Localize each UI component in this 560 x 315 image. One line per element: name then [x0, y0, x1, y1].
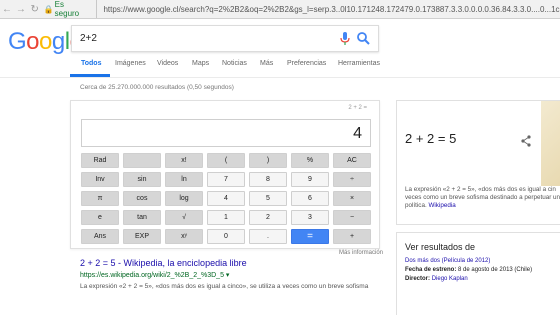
- key-4[interactable]: 4: [207, 191, 245, 206]
- director-value[interactable]: Diego Kaplan: [432, 276, 468, 282]
- premiere-value: 8 de agosto de 2013 (Chile): [458, 267, 533, 273]
- tab-herramientas[interactable]: Herramientas: [338, 60, 380, 67]
- tab-preferencias[interactable]: Preferencias: [287, 60, 326, 67]
- key-sin[interactable]: sin: [123, 172, 161, 187]
- key-7[interactable]: 7: [207, 172, 245, 187]
- secure-label: Es seguro: [55, 0, 98, 18]
- key-multiply[interactable]: ×: [333, 191, 371, 206]
- key-minus[interactable]: −: [333, 210, 371, 225]
- microphone-icon[interactable]: [340, 32, 350, 46]
- calculator-widget: 2 + 2 = 4 Rad x! ( ) % AC Inv sin ln 7 8…: [70, 100, 380, 249]
- search-input[interactable]: 2+2: [80, 33, 97, 44]
- result-snippet: La expresión «2 + 2 = 5», «dos más dos e…: [80, 283, 369, 290]
- key-clear[interactable]: AC: [333, 153, 371, 168]
- key-close-paren[interactable]: ): [249, 153, 287, 168]
- key-6[interactable]: 6: [291, 191, 329, 206]
- tab-videos[interactable]: Videos: [157, 60, 178, 67]
- key-exp[interactable]: EXP: [123, 229, 161, 244]
- logo-letter: o: [39, 28, 52, 55]
- key-8[interactable]: 8: [249, 172, 287, 187]
- calculator-result: 4: [353, 125, 362, 142]
- key-cos[interactable]: cos: [123, 191, 161, 206]
- tab-noticias[interactable]: Noticias: [222, 60, 247, 67]
- key-ans[interactable]: Ans: [81, 229, 119, 244]
- key-decimal[interactable]: .: [249, 229, 287, 244]
- key-deg[interactable]: [123, 153, 161, 168]
- key-5[interactable]: 5: [249, 191, 287, 206]
- logo-letter: G: [8, 28, 27, 55]
- lock-icon: 🔒: [43, 5, 54, 14]
- result-title-link[interactable]: 2 + 2 = 5 - Wikipedia, la enciclopedia l…: [80, 258, 247, 268]
- tab-mas[interactable]: Más: [260, 60, 273, 67]
- key-tan[interactable]: tan: [123, 210, 161, 225]
- key-factorial[interactable]: x!: [165, 153, 203, 168]
- tab-imagenes[interactable]: Imágenes: [115, 60, 146, 67]
- result-stats: Cerca de 25.270.000.000 resultados (0,50…: [80, 84, 234, 91]
- logo-letter: g: [51, 28, 65, 55]
- key-rad[interactable]: Rad: [81, 153, 119, 168]
- more-info-link[interactable]: Más información: [339, 250, 383, 256]
- forward-icon[interactable]: →: [14, 4, 28, 15]
- knowledge-thumbnail[interactable]: [541, 101, 560, 186]
- key-1[interactable]: 1: [207, 210, 245, 225]
- logo-letter: o: [26, 28, 40, 55]
- key-equals[interactable]: =: [291, 229, 329, 244]
- premiere-label: Fecha de estreno:: [405, 267, 457, 273]
- url-field[interactable]: https://www.google.cl/search?q=2%2B2&oq=…: [103, 5, 560, 14]
- calculator-expression: 2 + 2 =: [348, 105, 367, 111]
- key-inv[interactable]: Inv: [81, 172, 119, 187]
- knowledge-description: La expresión «2 + 2 = 5», «dos más dos e…: [405, 186, 560, 210]
- key-pi[interactable]: π: [81, 191, 119, 206]
- premiere-row: Fecha de estreno: 8 de agosto de 2013 (C…: [405, 267, 532, 273]
- key-e[interactable]: e: [81, 210, 119, 225]
- wikipedia-link[interactable]: Wikipedia: [428, 202, 455, 209]
- key-log[interactable]: log: [165, 191, 203, 206]
- key-3[interactable]: 3: [291, 210, 329, 225]
- address-bar: ← → ↻ 🔒 Es seguro https://www.google.cl/…: [0, 0, 560, 19]
- key-power[interactable]: xʸ: [165, 229, 203, 244]
- search-box[interactable]: 2+2: [71, 25, 379, 52]
- see-results-title: Ver resultados de: [405, 242, 476, 252]
- dropdown-arrow-icon[interactable]: ▾: [226, 272, 230, 279]
- search-icon[interactable]: [356, 31, 370, 47]
- result-url[interactable]: https://es.wikipedia.org/wiki/2_%2B_2_%3…: [80, 271, 229, 279]
- knowledge-panel: 2 + 2 = 5 La expresión «2 + 2 = 5», «dos…: [396, 100, 560, 225]
- see-results-panel: Ver resultados de Dos más dos (Película …: [396, 232, 560, 315]
- calculator-keypad: Rad x! ( ) % AC Inv sin ln 7 8 9 ÷ π cos…: [81, 153, 371, 248]
- key-0[interactable]: 0: [207, 229, 245, 244]
- key-percent[interactable]: %: [291, 153, 329, 168]
- key-plus[interactable]: +: [333, 229, 371, 244]
- director-row: Director: Diego Kaplan: [405, 276, 468, 282]
- calculator-display: 4: [81, 119, 371, 147]
- key-2[interactable]: 2: [249, 210, 287, 225]
- key-9[interactable]: 9: [291, 172, 329, 187]
- director-label: Director:: [405, 276, 431, 282]
- key-ln[interactable]: ln: [165, 172, 203, 187]
- key-divide[interactable]: ÷: [333, 172, 371, 187]
- back-icon[interactable]: ←: [0, 4, 14, 15]
- knowledge-title: 2 + 2 = 5: [405, 131, 457, 146]
- share-icon[interactable]: [521, 135, 531, 147]
- result-url-text[interactable]: https://es.wikipedia.org/wiki/2_%2B_2_%3…: [80, 272, 224, 279]
- reload-icon[interactable]: ↻: [28, 4, 42, 15]
- key-open-paren[interactable]: (: [207, 153, 245, 168]
- search-tabs: Todos Imágenes Videos Maps Noticias Más …: [0, 60, 560, 78]
- movie-link[interactable]: Dos más dos (Película de 2012): [405, 258, 490, 264]
- tab-maps[interactable]: Maps: [192, 60, 209, 67]
- key-sqrt[interactable]: √: [165, 210, 203, 225]
- active-tab-indicator: [70, 74, 110, 77]
- tab-todos[interactable]: Todos: [81, 60, 101, 67]
